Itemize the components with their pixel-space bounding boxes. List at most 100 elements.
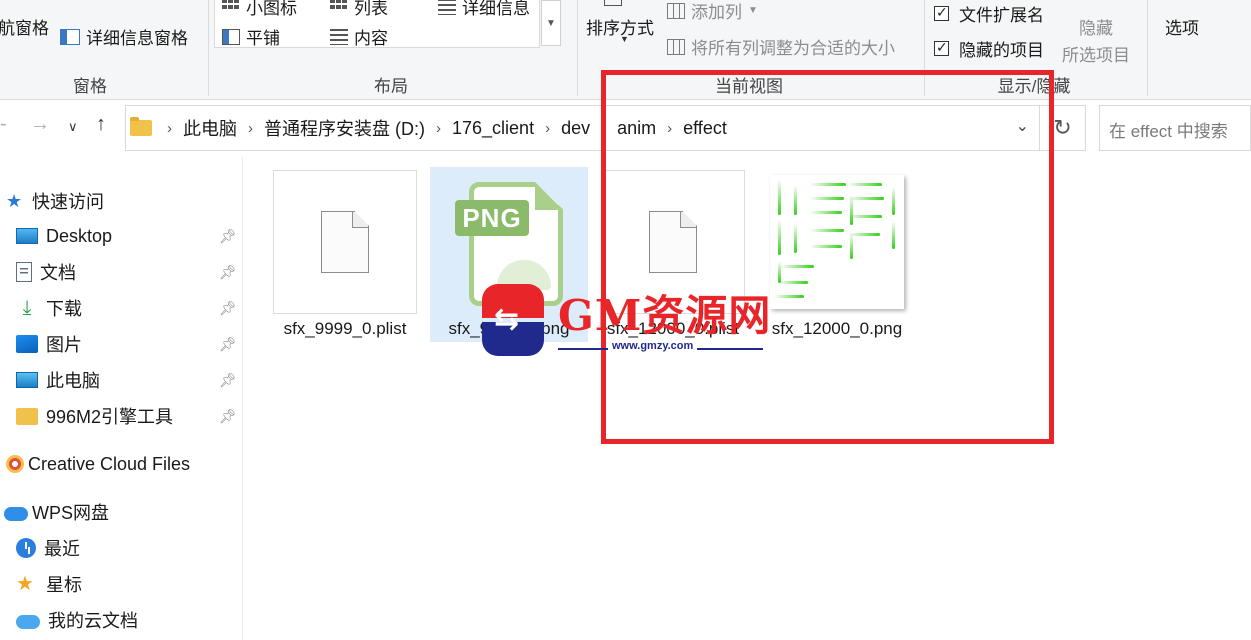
sidebar-item-this-pc[interactable]: 此电脑	[16, 363, 100, 397]
sidebar-item-desktop[interactable]: Desktop	[16, 219, 112, 253]
png-badge: PNG	[455, 200, 529, 236]
file-extensions-label: 文件扩展名	[959, 6, 1044, 25]
sort-icon	[604, 0, 622, 6]
small-icons-icon	[222, 0, 240, 15]
fit-columns-icon	[667, 38, 685, 55]
ribbon-divider	[577, 0, 578, 96]
sidebar-item-wps-drive[interactable]: WPS网盘	[4, 495, 109, 529]
list-view-button[interactable]: 列表	[330, 0, 388, 19]
layout-gallery-scroll[interactable]: ▼	[541, 0, 561, 46]
sidebar-item-quick-access[interactable]: ★ 快速访问	[6, 184, 104, 218]
sidebar-item-label: 此电脑	[46, 371, 100, 391]
breadcrumb-separator-icon: ›	[545, 119, 551, 137]
tiles-view-icon	[222, 28, 240, 45]
up-button[interactable]: ↑	[96, 113, 106, 136]
sidebar-item-label: WPS网盘	[32, 503, 110, 523]
options-label: 选项	[1165, 19, 1199, 38]
small-icons-label: 小图标	[246, 0, 297, 18]
sidebar-item-downloads[interactable]: ⤓ 下载	[16, 291, 82, 325]
details-view-button[interactable]: 详细信息	[438, 0, 530, 19]
navigation-pane-button[interactable]: 航窗格	[0, 14, 49, 39]
navigation-pane: ★ 快速访问 Desktop 📌︎ 文档 📌︎ ⤓ 下载 📌︎ 图片 📌︎ 此电…	[0, 157, 243, 640]
sidebar-item-documents[interactable]: 文档	[16, 255, 76, 289]
options-button[interactable]: 选项	[1165, 14, 1199, 39]
sidebar-item-label: 最近	[44, 539, 80, 559]
wps-cloud-icon	[4, 506, 28, 521]
list-view-icon	[330, 0, 348, 15]
refresh-icon: ↻	[1053, 115, 1072, 140]
sidebar-item-label: 下载	[46, 299, 82, 319]
sidebar-item-label: 星标	[46, 575, 82, 595]
star-icon: ★	[16, 573, 34, 595]
sidebar-item-creative-cloud[interactable]: Creative Cloud Files	[6, 447, 190, 481]
fit-columns-label: 将所有列调整为合适的大小	[691, 39, 895, 58]
hidden-items-label: 隐藏的项目	[959, 41, 1044, 60]
tiles-view-button[interactable]: 平铺	[222, 24, 280, 49]
search-input[interactable]: 在 effect 中搜索	[1099, 105, 1251, 151]
file-thumbnail	[266, 167, 424, 317]
file-extensions-checkbox[interactable]: 文件扩展名	[934, 1, 1044, 26]
breadcrumb-separator-icon: ›	[167, 119, 172, 137]
pin-icon: 📌︎	[219, 336, 237, 352]
desktop-icon	[16, 228, 38, 244]
checkbox-checked-icon	[934, 4, 949, 21]
content-view-icon	[330, 28, 348, 45]
folder-icon	[130, 117, 152, 136]
quick-access-star-icon: ★	[6, 191, 23, 211]
file-item[interactable]: sfx_9999_0.plist	[266, 167, 424, 345]
add-column-icon	[667, 2, 685, 19]
details-pane-button[interactable]: 详细信息窗格	[60, 24, 188, 49]
ribbon-divider	[208, 0, 209, 96]
pin-icon: 📌︎	[219, 408, 237, 424]
forward-button[interactable]: →	[30, 113, 50, 136]
watermark-title: GM资源网	[558, 291, 772, 340]
details-view-icon	[438, 0, 456, 15]
content-view-button[interactable]: 内容	[330, 24, 388, 49]
sidebar-item-label: 快速访问	[32, 192, 104, 212]
up-arrow-icon: ↑	[96, 113, 106, 135]
sidebar-item-label: Creative Cloud Files	[28, 453, 191, 474]
back-button[interactable]: -	[0, 113, 7, 136]
details-pane-label: 详细信息窗格	[86, 29, 188, 48]
sidebar-item-label: 我的云文档	[48, 611, 138, 631]
this-pc-icon	[16, 372, 38, 388]
breadcrumb-separator-icon: ›	[436, 119, 441, 137]
png-page-fold	[535, 182, 563, 210]
watermark-logo-icon: ⇆	[478, 282, 548, 358]
pin-icon: 📌︎	[219, 228, 237, 244]
small-icons-button[interactable]: 小图标	[222, 0, 297, 19]
fit-columns-button[interactable]: 将所有列调整为合适的大小	[667, 34, 895, 59]
sidebar-item-starred[interactable]: ★ 星标	[16, 567, 82, 601]
sidebar-item-label: 图片	[46, 335, 82, 355]
folder-icon	[16, 407, 38, 425]
chevron-down-icon: ∨	[68, 119, 78, 134]
layout-group-label: 布局	[374, 77, 408, 96]
pin-icon: 📌︎	[219, 264, 237, 280]
watermark-url: www.gmzy.com	[608, 340, 698, 352]
hidden-items-checkbox[interactable]: 隐藏的项目	[934, 36, 1044, 61]
content-view-label: 内容	[354, 29, 388, 48]
pin-icon: 📌︎	[219, 372, 237, 388]
hide-selected-label-2: 所选项目	[1062, 46, 1130, 65]
forward-arrow-icon: →	[30, 113, 50, 135]
panes-group-label: 窗格	[73, 77, 107, 96]
breadcrumb-dev[interactable]: dev	[555, 118, 596, 139]
add-column-chevron-icon: ▼	[748, 5, 758, 16]
details-view-label: 详细信息	[462, 0, 530, 18]
sidebar-item-recent[interactable]: 最近	[16, 531, 80, 565]
ribbon-divider	[1147, 0, 1148, 96]
sidebar-item-cloud-docs[interactable]: 我的云文档	[16, 603, 138, 637]
sidebar-item-pictures[interactable]: 图片	[16, 327, 82, 361]
recent-locations-button[interactable]: ∨	[68, 119, 78, 135]
breadcrumb-176-client[interactable]: 176_client	[446, 118, 540, 139]
watermark: ⇆ GM资源网 www.gmzy.com	[478, 282, 772, 360]
tiles-view-label: 平铺	[246, 29, 280, 48]
add-column-label: 添加列	[691, 3, 742, 22]
hide-selected-button[interactable]: 隐藏 所选项目	[1062, 14, 1130, 66]
sidebar-item-label: Desktop	[46, 225, 113, 246]
breadcrumb-drive-d[interactable]: 普通程序安装盘 (D:)	[258, 115, 431, 141]
breadcrumb-this-pc[interactable]: 此电脑	[177, 115, 243, 141]
sidebar-item-996m2-tools[interactable]: 996M2引擎工具	[16, 399, 173, 433]
add-column-button[interactable]: 添加列 ▼	[667, 0, 758, 23]
documents-icon	[16, 262, 32, 282]
